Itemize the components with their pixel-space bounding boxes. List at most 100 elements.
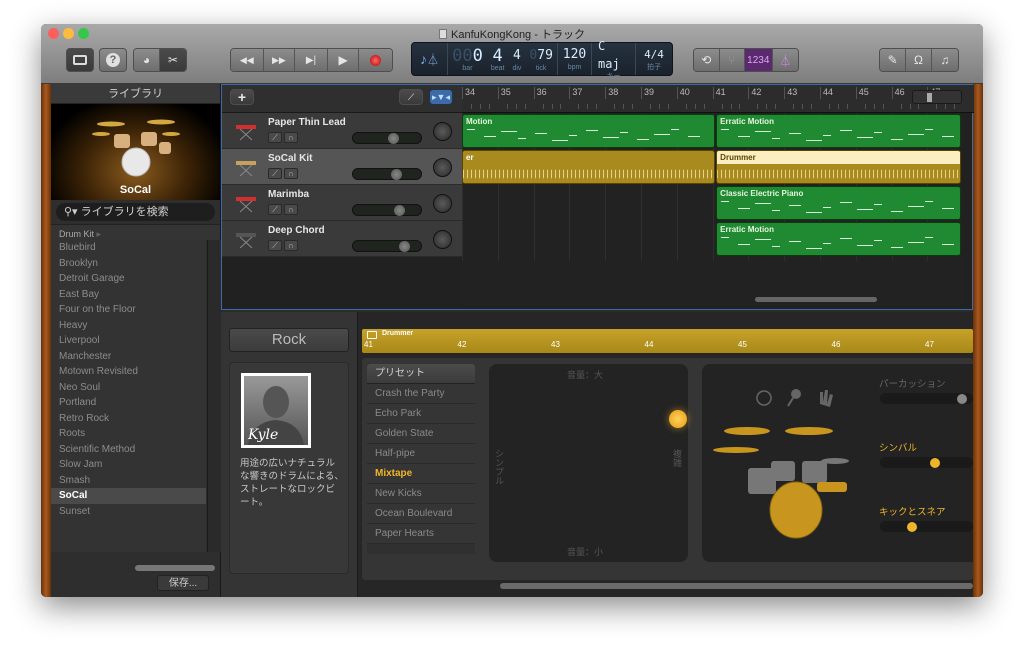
library-button[interactable] [66,48,94,72]
preset-item[interactable]: Mixtape [367,464,475,484]
library-scrollbar[interactable] [207,240,221,552]
preset-item[interactable]: Golden State [367,424,475,444]
help-button[interactable]: ? [99,48,127,72]
save-button[interactable]: 保存... [157,575,209,591]
kit-slider-knob[interactable] [929,458,940,468]
fast-forward-button[interactable]: ▶▶ [263,49,296,71]
signature-display[interactable]: 4/4 拍子 [636,43,672,75]
editor-horizontal-scrollbar[interactable] [500,583,973,589]
preset-item[interactable]: Ocean Boulevard [367,504,475,524]
library-item[interactable]: East Bay [51,287,206,303]
count-in-button[interactable]: 1234 [745,49,773,71]
notepad-button[interactable]: ✎ [880,49,907,71]
mute-button[interactable]: ⟋ [268,204,282,215]
key-display[interactable]: C maj キー [592,39,636,80]
library-item[interactable]: Four on the Floor [51,302,206,318]
library-item[interactable]: Roots [51,426,206,442]
smart-controls-button[interactable]: ◕ [134,49,161,71]
drummer-region-ruler[interactable]: Drummer 41 42 43 44 45 46 47 [362,329,973,353]
preset-item[interactable]: Half-pipe [367,444,475,464]
volume-slider[interactable] [352,240,422,252]
tuner-button[interactable]: ⑂ [719,49,746,71]
library-item[interactable]: Manchester [51,349,206,365]
volume-knob[interactable] [393,205,405,216]
volume-knob[interactable] [390,169,402,180]
zoom-handle[interactable] [927,93,932,102]
library-item[interactable]: Liverpool [51,333,206,349]
library-item[interactable]: Motown Revisited [51,364,206,380]
mute-button[interactable]: ⟋ [268,132,282,143]
library-item[interactable]: Detroit Garage [51,271,206,287]
region[interactable]: Erratic Motion [716,222,961,256]
region[interactable]: Classic Electric Piano [716,186,961,220]
solo-button[interactable]: ∩ [284,168,298,179]
metronome-button[interactable]: ⏃ [772,49,798,71]
volume-slider[interactable] [352,132,422,144]
pan-knob[interactable] [433,194,452,213]
play-button[interactable]: ▶ [327,49,360,71]
volume-slider[interactable] [352,204,422,216]
editors-button[interactable]: ✂ [160,49,186,71]
kit-slider-knob[interactable] [956,394,967,404]
preset-item[interactable]: Echo Park [367,404,475,424]
presets-header[interactable]: プリセット [367,364,475,384]
library-item[interactable]: Sunset [51,504,206,520]
record-button[interactable] [359,49,392,71]
library-item[interactable]: Bluebird [51,240,206,256]
position-display[interactable]: 000 bar 4 beat 4 div 079 tick [448,43,558,75]
smart-tempo-button[interactable]: ▸▼◂ [429,89,453,105]
timeline-ruler[interactable]: 3435363738394041424344454647 [462,85,974,113]
kit-slider[interactable] [880,393,973,404]
region[interactable]: Drummer [716,150,961,184]
lcd-display[interactable]: ♪ ⏃ 000 bar 4 beat 4 div 079 tick 120 bpm C ma… [411,39,673,80]
loop-browser-button[interactable]: Ω [906,49,932,71]
preset-item[interactable]: Paper Hearts [367,524,475,544]
track-header[interactable]: Deep Chord ⟋ ∩ [222,221,462,257]
library-item[interactable]: Neo Soul [51,380,206,396]
mute-button[interactable]: ⟋ [268,240,282,251]
tempo-display[interactable]: 120 bpm [558,43,592,75]
genre-button[interactable]: Rock [229,328,349,352]
library-item[interactable]: Slow Jam [51,457,206,473]
xy-pad[interactable]: 音量：大 音量：小 シンプル 複雑 [489,364,688,562]
library-item[interactable]: Retro Rock [51,411,206,427]
track-header[interactable]: Marimba ⟋ ∩ [222,185,462,221]
library-item[interactable]: Heavy [51,318,206,334]
media-browser-button[interactable]: ♫ [931,49,958,71]
volume-knob[interactable] [387,133,399,144]
volume-knob[interactable] [399,241,411,252]
pan-knob[interactable] [433,158,452,177]
pan-knob[interactable] [433,122,452,141]
lcd-mode[interactable]: ♪ ⏃ [412,43,448,75]
preset-item[interactable]: New Kicks [367,484,475,504]
library-item[interactable]: Portland [51,395,206,411]
xy-puck[interactable] [669,410,688,429]
preset-item[interactable]: Crash the Party [367,384,475,404]
volume-slider[interactable] [352,168,422,180]
region[interactable]: Motion [462,114,716,148]
library-item[interactable]: Smash [51,473,206,489]
track-header[interactable]: SoCal Kit ⟋ ∩ [222,149,462,185]
automation-button[interactable]: ⟋ [399,89,423,105]
kit-slider[interactable] [880,457,973,468]
cycle-button[interactable]: ⟲ [694,49,720,71]
drum-kit-diagram[interactable] [702,364,872,562]
kit-slider[interactable] [880,521,973,532]
library-search-input[interactable]: ⚲▾ ライブラリを検索 [56,203,215,221]
go-to-end-button[interactable]: ▶| [295,49,328,71]
kit-slider-knob[interactable] [907,522,917,532]
zoom-slider[interactable] [912,90,962,104]
play-region-icon[interactable] [367,331,377,339]
pan-knob[interactable] [433,230,452,249]
solo-button[interactable]: ∩ [284,204,298,215]
drummer-card[interactable]: Kyle 用途の広いナチュラルな響きのドラムによる、ストレートなロックビート。 [229,362,349,574]
tracks-horizontal-scrollbar[interactable] [755,297,877,302]
library-horizontal-scrollbar[interactable] [135,565,215,571]
mute-button[interactable]: ⟋ [268,168,282,179]
region[interactable]: Erratic Motion [716,114,961,148]
add-track-button[interactable]: + [230,89,254,105]
solo-button[interactable]: ∩ [284,240,298,251]
solo-button[interactable]: ∩ [284,132,298,143]
track-header[interactable]: Paper Thin Lead ⟋ ∩ [222,113,462,149]
library-item[interactable]: Brooklyn [51,256,206,272]
